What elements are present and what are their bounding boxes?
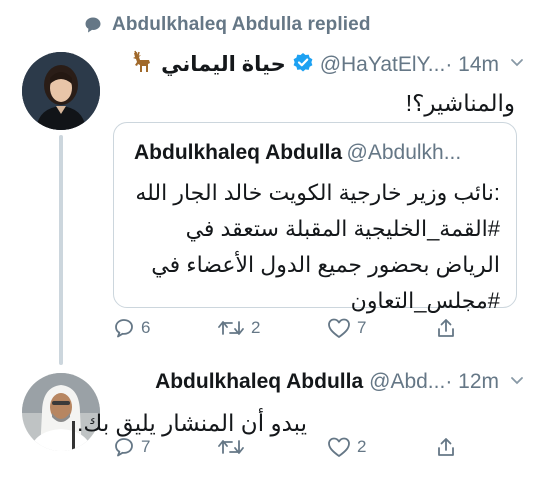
like-button[interactable]: 2 [327, 436, 366, 458]
like-count: 2 [357, 437, 367, 456]
avatar[interactable] [22, 52, 100, 130]
reply-button[interactable]: 6 [113, 317, 150, 339]
quoted-user-handle: @Abdulkh... [346, 141, 462, 164]
retweet-icon [218, 440, 244, 454]
user-handle[interactable]: @Abd... [369, 370, 445, 394]
reply-icon [115, 319, 133, 338]
chevron-down-icon[interactable] [509, 54, 525, 75]
speech-bubble-icon [85, 17, 101, 33]
quoted-line: #القمة_الخليجية المقبلة ستعقد في [185, 216, 500, 241]
reply-button[interactable]: 7 [113, 436, 150, 458]
quoted-line: #مجلس_التعاون [350, 288, 500, 313]
tweet-header: حياة اليماني @HaYatElY... · 14m [129, 49, 525, 80]
quoted-tweet-card[interactable]: Abdulkhaleq Abdulla @Abdulkh... :نائب وز… [113, 122, 517, 313]
retweet-button[interactable]: 2 [217, 317, 260, 339]
retweet-button[interactable] [217, 436, 251, 458]
heart-icon [328, 437, 350, 457]
quoted-line: الرياض بحضور جميع الدول الأعضاء في [151, 252, 500, 277]
tweet-text: والمناشير؟! [405, 90, 515, 116]
share-button[interactable] [435, 436, 457, 458]
display-name[interactable]: حياة اليماني [161, 52, 286, 77]
reply-context: Abdulkhaleq Abdulla replied [84, 14, 371, 36]
reply-context-text: Abdulkhaleq Abdulla replied [112, 14, 371, 35]
chevron-down-icon[interactable] [509, 372, 525, 393]
like-button[interactable]: 7 [327, 317, 366, 339]
share-icon [438, 438, 454, 456]
verified-badge-icon [292, 51, 314, 78]
timestamp[interactable]: · 14m [445, 53, 499, 77]
timestamp[interactable]: · 12m [445, 370, 499, 394]
tweet-text: يبدو أن المنشار يليق بك. [77, 410, 307, 436]
reply-count: 6 [141, 318, 151, 337]
retweet-icon [218, 321, 244, 335]
deer-icon [129, 49, 155, 80]
retweet-count: 2 [251, 318, 261, 337]
like-count: 7 [357, 318, 367, 337]
heart-icon [328, 318, 350, 338]
tweet-header: Abdulkhaleq Abdulla @Abd... · 12m [155, 370, 525, 394]
share-button[interactable] [435, 317, 457, 339]
quoted-line: :نائب وزير خارجية الكويت خالد الجار الله [135, 180, 500, 205]
share-icon [438, 319, 454, 337]
thread-connector-line [59, 135, 63, 365]
reply-icon [115, 438, 133, 457]
quoted-tweet-header: Abdulkhaleq Abdulla @Abdulkh... [134, 141, 461, 165]
quoted-display-name: Abdulkhaleq Abdulla [134, 141, 343, 164]
display-name[interactable]: Abdulkhaleq Abdulla [155, 370, 363, 394]
reply-count: 7 [141, 437, 151, 456]
quoted-tweet-text: :نائب وزير خارجية الكويت خالد الجار الله… [120, 175, 500, 319]
user-handle[interactable]: @HaYatElY... [320, 53, 446, 77]
